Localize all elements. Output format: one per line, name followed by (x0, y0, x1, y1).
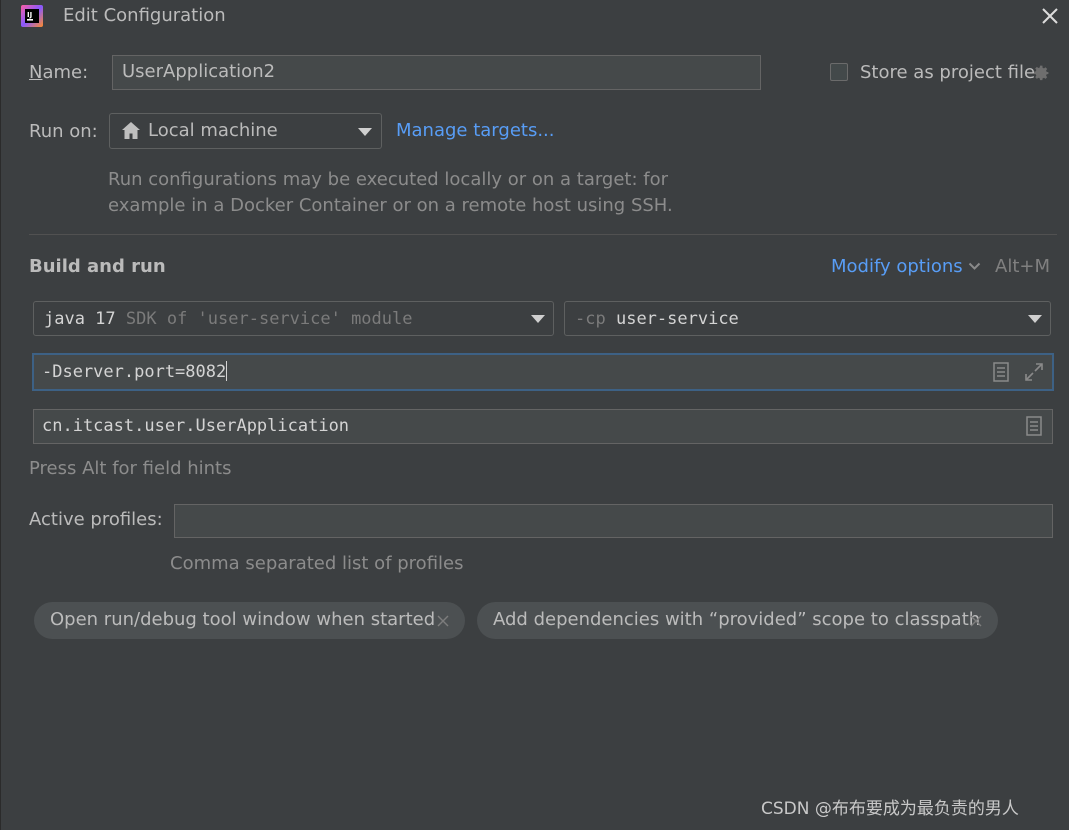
classpath-prefix: -cp (575, 309, 606, 329)
run-on-hint: Run configurations may be executed local… (108, 169, 673, 216)
close-icon[interactable] (970, 615, 982, 627)
intellij-logo-icon: IJ (21, 5, 43, 27)
expand-icon[interactable] (1024, 362, 1044, 382)
classpath-dropdown[interactable]: -cp user-service (564, 301, 1051, 336)
modify-options-link[interactable]: Modify options (831, 256, 963, 278)
active-profiles-hint: Comma separated list of profiles (170, 553, 464, 574)
jdk-dropdown[interactable]: java 17 SDK of 'user-service' module (33, 301, 554, 336)
run-on-label: Run on: (29, 121, 98, 142)
modify-options-shortcut: Alt+M (995, 256, 1050, 277)
run-on-value: Local machine (148, 120, 278, 141)
name-input[interactable]: UserApplication2 (112, 55, 761, 90)
main-class-input[interactable]: cn.itcast.user.UserApplication (33, 409, 1053, 444)
manage-targets-link[interactable]: Manage targets... (396, 120, 555, 142)
edit-configuration-dialog: IJ Edit Configuration Name: UserApplicat… (0, 0, 1069, 830)
jdk-version: java 17 (44, 309, 116, 329)
active-profiles-label: Active profiles: (29, 509, 163, 530)
watermark: CSDN @布布要成为最负责的男人 (761, 799, 1019, 819)
text-caret (226, 361, 228, 381)
document-icon[interactable] (1026, 416, 1042, 436)
build-and-run-title: Build and run (29, 256, 166, 277)
option-chip-provided-scope[interactable]: Add dependencies with “provided” scope t… (477, 602, 998, 639)
field-hints-text: Press Alt for field hints (29, 458, 232, 479)
store-as-project-file-checkbox[interactable] (830, 63, 848, 81)
store-as-project-file-label[interactable]: Store as project file (860, 62, 1035, 84)
dialog-title: Edit Configuration (63, 5, 226, 26)
jdk-description: SDK of 'user-service' module (125, 309, 413, 329)
active-profiles-input[interactable] (174, 504, 1053, 538)
svg-text:IJ: IJ (27, 11, 32, 19)
close-icon[interactable] (437, 615, 449, 627)
gear-icon[interactable] (1031, 63, 1052, 84)
close-icon[interactable] (1037, 3, 1063, 29)
chevron-down-icon (358, 128, 372, 136)
chevron-down-icon[interactable] (968, 262, 981, 271)
vm-options-input[interactable]: -Dserver.port=8082 (32, 353, 1054, 391)
run-on-dropdown[interactable]: Local machine (109, 113, 382, 149)
option-chip-open-tool-window[interactable]: Open run/debug tool window when started (34, 602, 465, 639)
chevron-down-icon (531, 315, 545, 323)
name-label: Name: (29, 62, 89, 83)
section-divider (29, 234, 1057, 235)
house-icon (122, 122, 140, 139)
chevron-down-icon (1028, 315, 1042, 323)
document-icon[interactable] (993, 362, 1009, 382)
classpath-module: user-service (615, 309, 739, 329)
